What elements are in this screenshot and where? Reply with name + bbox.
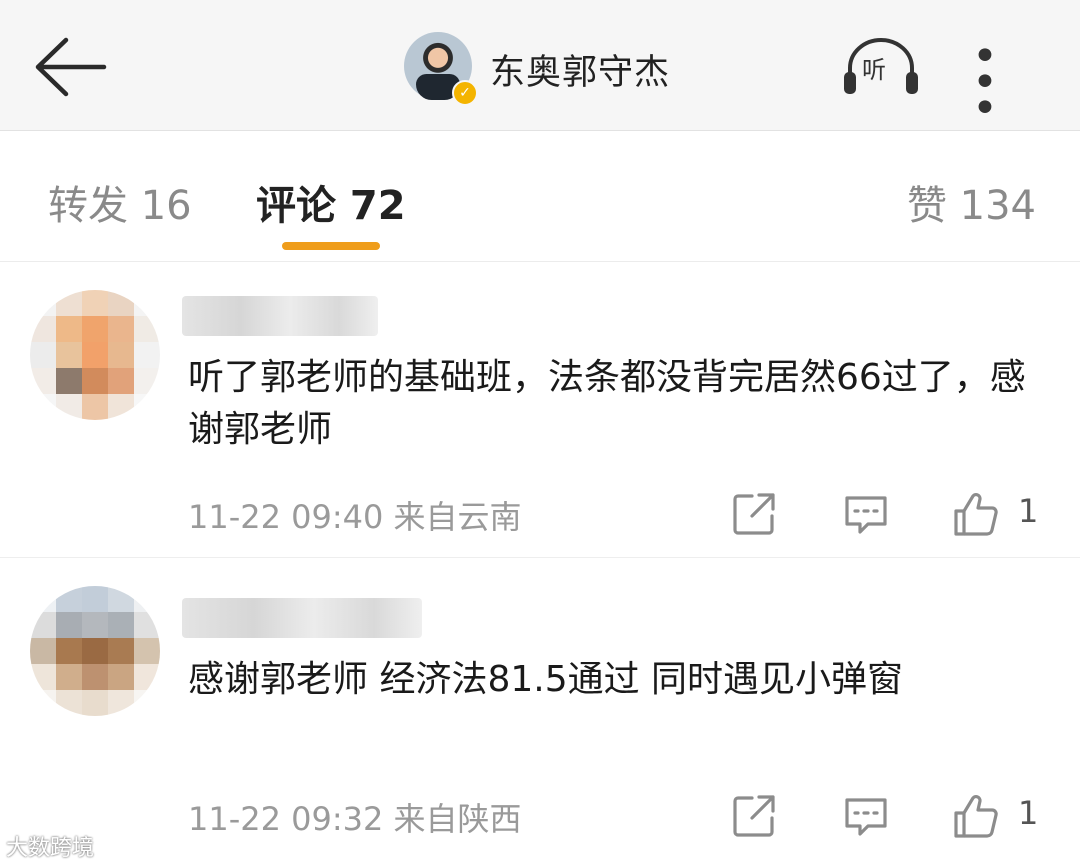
commenter-avatar[interactable] [30,586,160,716]
avatar-mosaic-cell [82,316,108,342]
thumbs-up-icon [954,493,998,536]
avatar-mosaic-cell [30,638,56,664]
avatar-mosaic-cell [56,342,82,368]
comment-text: 听了郭老师的基础班，法条都没背完居然66过了，感谢郭老师 [188,357,1026,450]
avatar-mosaic-cell [108,342,134,368]
avatar-mosaic-cell [56,638,82,664]
avatar-mosaic-cell [134,316,160,342]
avatar-mosaic-cell [108,690,134,716]
avatar-mosaic-cell [134,690,160,716]
tab-like[interactable]: 赞 134 [907,173,1036,231]
comment-meta: 11-22 09:32 来自陕西 [188,800,522,838]
avatar-mosaic-cell [82,290,108,316]
avatar-mosaic-cell [30,368,56,394]
avatar-mosaic-cell [108,394,134,420]
avatar-mosaic-cell [108,586,134,612]
tab-repost[interactable]: 转发 16 [48,173,192,231]
listen-button[interactable]: 听 [840,34,922,100]
like-button[interactable] [952,792,1000,840]
avatar-mosaic-cell [30,586,56,612]
avatar-mosaic-cell [134,342,160,368]
avatar-mosaic-cell [108,612,134,638]
reply-button[interactable] [842,490,890,538]
commenter-avatar[interactable] [30,290,160,420]
avatar-mosaic-cell [30,290,56,316]
tab-bar: 转发 16 评论 72 赞 134 [0,131,1080,262]
avatar-mosaic-cell [82,368,108,394]
reply-button[interactable] [842,792,890,840]
avatar-mosaic-cell [56,368,82,394]
verified-icon: ✓ [452,80,478,106]
share-icon [733,795,775,837]
avatar-mosaic-cell [108,664,134,690]
avatar-mosaic-cell [134,638,160,664]
avatar-mosaic-cell [134,394,160,420]
author-name[interactable]: 东奥郭守杰 [490,44,670,95]
avatar-mosaic-cell [56,664,82,690]
commenter-name-blurred[interactable] [182,598,422,638]
tab-comment[interactable]: 评论 72 [256,173,406,231]
avatar-mosaic-cell [108,638,134,664]
share-button[interactable] [730,792,778,840]
commenter-name-blurred[interactable] [182,296,378,336]
more-options-button[interactable]: • • • [972,35,1052,131]
comment-item: 感谢郭老师 经济法81.5通过 同时遇见小弹窗 11-22 09:32 来自陕西… [0,558,1080,866]
avatar-mosaic-cell [56,316,82,342]
avatar-mosaic-cell [30,664,56,690]
avatar-mosaic-cell [82,586,108,612]
avatar-mosaic-cell [56,290,82,316]
avatar-mosaic-cell [108,316,134,342]
top-bar: ✓ 东奥郭守杰 听 • • • [0,0,1080,131]
avatar-mosaic-cell [134,586,160,612]
avatar-mosaic-cell [30,394,56,420]
listen-label: 听 [862,56,886,84]
avatar-mosaic-cell [30,612,56,638]
avatar-mosaic-cell [134,368,160,394]
avatar-mosaic-cell [82,342,108,368]
avatar-mosaic-cell [56,394,82,420]
comment-meta: 11-22 09:40 来自云南 [188,498,522,536]
avatar-mosaic-cell [30,690,56,716]
avatar-mosaic-cell [82,664,108,690]
avatar-mosaic-cell [134,612,160,638]
back-button[interactable] [30,34,110,100]
avatar-mosaic-cell [56,690,82,716]
comment-text: 感谢郭老师 经济法81.5通过 同时遇见小弹窗 [188,659,904,700]
avatar-mosaic-cell [82,638,108,664]
comment-item: 听了郭老师的基础班，法条都没背完居然66过了，感谢郭老师 11-22 09:40… [0,262,1080,558]
like-button[interactable] [952,490,1000,538]
reply-icon [845,496,887,534]
like-count: 1 [1018,492,1039,530]
avatar-mosaic-cell [30,316,56,342]
avatar-mosaic-cell [82,690,108,716]
share-icon [733,493,775,535]
thumbs-up-icon [954,795,998,838]
share-button[interactable] [730,490,778,538]
avatar-mosaic-cell [30,342,56,368]
watermark-text: 大数跨境 [6,836,95,861]
avatar-mosaic-cell [108,368,134,394]
reply-icon [845,798,887,836]
avatar-mosaic-cell [56,586,82,612]
active-tab-indicator [282,242,380,250]
like-count: 1 [1018,794,1039,832]
avatar-mosaic-cell [82,394,108,420]
back-arrow-icon [35,37,107,97]
avatar-mosaic-cell [108,290,134,316]
avatar-mosaic-cell [56,612,82,638]
avatar-mosaic-cell [134,290,160,316]
avatar-mosaic-cell [134,664,160,690]
avatar-mosaic-cell [82,612,108,638]
